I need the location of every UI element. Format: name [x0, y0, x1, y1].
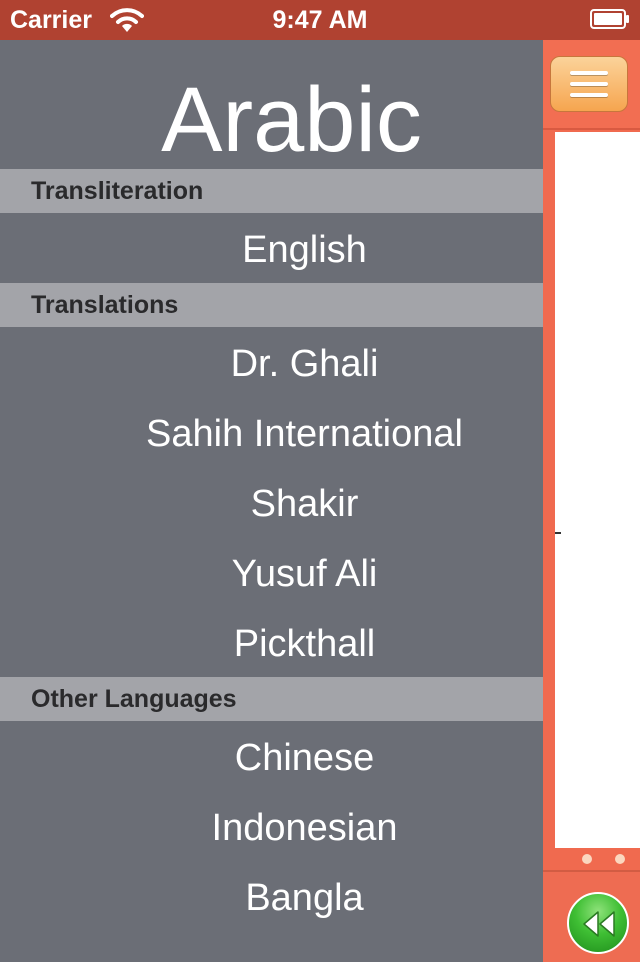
status-bar: Carrier 9:47 AM — [0, 0, 640, 40]
side-menu: Arabic Transliteration English Translati… — [0, 40, 543, 960]
menu-item-dr-ghali[interactable]: Dr. Ghali — [66, 329, 543, 399]
menu-item-yusuf-ali[interactable]: Yusuf Ali — [66, 539, 543, 609]
section-header-transliteration: Transliteration — [0, 169, 543, 213]
content-page[interactable] — [555, 132, 640, 848]
hamburger-menu-button[interactable] — [550, 56, 628, 112]
page-indicator — [543, 848, 640, 870]
rewind-button[interactable] — [567, 892, 629, 954]
rewind-icon — [583, 911, 615, 937]
status-time: 9:47 AM — [272, 6, 368, 34]
page-dot — [615, 854, 625, 864]
battery-icon — [590, 9, 630, 29]
menu-item-pickthall[interactable]: Pickthall — [66, 609, 543, 679]
content-top-bar — [543, 40, 640, 130]
menu-title-arabic[interactable]: Arabic — [40, 70, 543, 170]
content-bottom-bar — [543, 870, 640, 962]
content-panel — [543, 40, 640, 962]
menu-item-bangla[interactable]: Bangla — [66, 863, 543, 933]
page-mark — [555, 532, 561, 534]
page-dot — [582, 854, 592, 864]
menu-item-shakir[interactable]: Shakir — [66, 469, 543, 539]
menu-item-sahih-international[interactable]: Sahih International — [66, 399, 543, 469]
menu-item-indonesian[interactable]: Indonesian — [66, 793, 543, 863]
section-header-translations: Translations — [0, 283, 543, 327]
menu-item-chinese[interactable]: Chinese — [66, 723, 543, 793]
menu-item-english[interactable]: English — [66, 215, 543, 285]
section-header-other-languages: Other Languages — [0, 677, 543, 721]
